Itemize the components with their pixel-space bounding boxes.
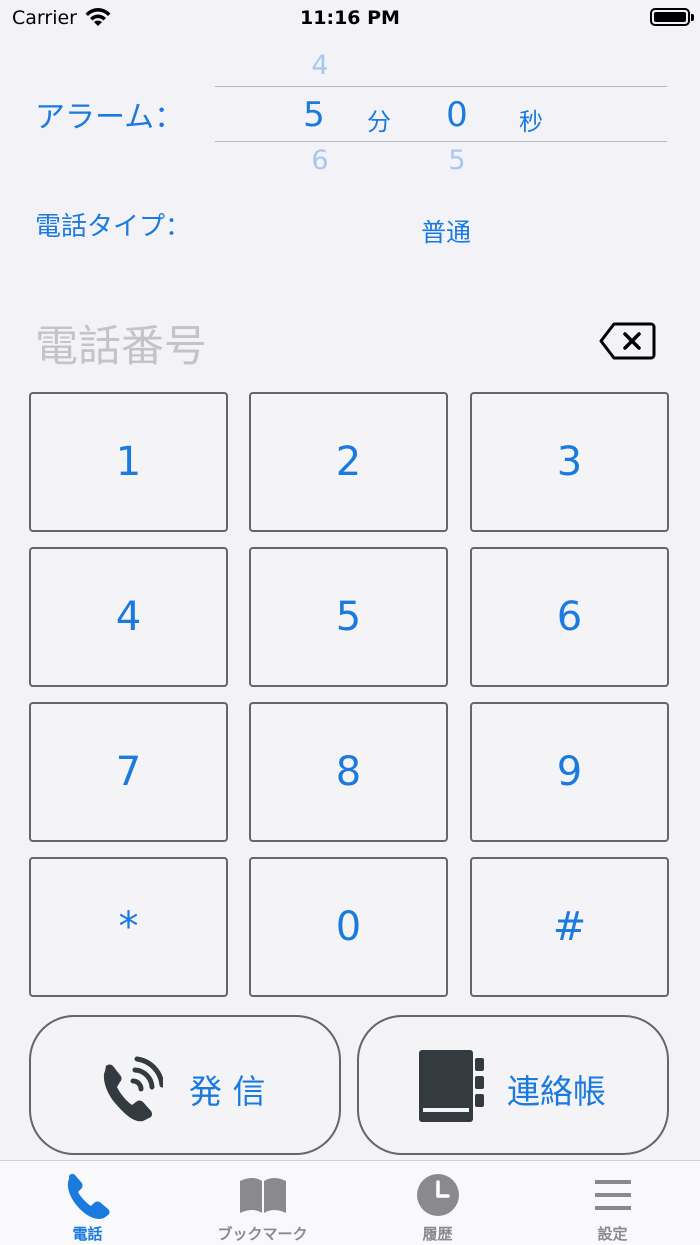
minutes-prev-value[interactable]: 4 [300, 50, 340, 81]
picker-divider-bottom [215, 141, 667, 142]
alarm-label: アラーム： [35, 100, 185, 135]
tab-settings-label: 設定 [597, 1225, 628, 1243]
tab-history[interactable]: 履歴 [350, 1161, 525, 1245]
tab-bookmarks-label: ブックマーク [217, 1225, 308, 1243]
menu-icon [594, 1180, 631, 1210]
key-4[interactable]: 4 [29, 547, 228, 687]
backspace-icon[interactable] [598, 321, 656, 361]
contacts-button[interactable]: 連絡帳 [357, 1015, 669, 1155]
minutes-selected-value[interactable]: 5 [294, 95, 334, 135]
key-1[interactable]: 1 [29, 392, 228, 532]
tab-bookmarks[interactable]: ブックマーク [175, 1161, 350, 1245]
phone-type-label: 電話タイプ： [35, 212, 192, 242]
phone-number-field[interactable]: 電話番号 [35, 312, 207, 374]
key-5[interactable]: 5 [249, 547, 448, 687]
tab-settings[interactable]: 設定 [525, 1161, 700, 1245]
contacts-book-icon [419, 1050, 484, 1122]
key-2[interactable]: 2 [249, 392, 448, 532]
alarm-time-picker[interactable]: 4 5 6 分 0 5 秒 [215, 40, 667, 180]
seconds-selected-value[interactable]: 0 [437, 95, 477, 135]
phone-icon [67, 1173, 109, 1219]
tab-history-label: 履歴 [422, 1225, 453, 1243]
key-hash[interactable]: # [470, 857, 669, 997]
battery-icon [650, 8, 694, 26]
phone-calling-icon [103, 1056, 163, 1122]
tab-bar: 電話 ブックマーク 履歴 設定 [0, 1160, 700, 1245]
seconds-unit-label: 秒 [519, 108, 543, 136]
call-button[interactable]: 発 信 [29, 1015, 341, 1155]
contacts-button-label: 連絡帳 [507, 1072, 606, 1111]
key-star[interactable]: * [29, 857, 228, 997]
key-9[interactable]: 9 [470, 702, 669, 842]
minutes-next-value[interactable]: 6 [300, 145, 340, 176]
seconds-next-value[interactable]: 5 [437, 145, 477, 176]
key-8[interactable]: 8 [249, 702, 448, 842]
key-6[interactable]: 6 [470, 547, 669, 687]
minutes-unit-label: 分 [367, 108, 391, 136]
clock-time: 11:16 PM [300, 7, 400, 29]
tab-phone[interactable]: 電話 [0, 1161, 175, 1245]
tab-phone-label: 電話 [72, 1225, 103, 1243]
key-0[interactable]: 0 [249, 857, 448, 997]
clock-icon [416, 1174, 459, 1216]
book-icon [239, 1178, 286, 1213]
picker-divider-top [215, 86, 667, 87]
status-bar: Carrier 11:16 PM [0, 0, 700, 36]
phone-type-selector[interactable]: 普通 [406, 213, 486, 249]
key-7[interactable]: 7 [29, 702, 228, 842]
key-3[interactable]: 3 [470, 392, 669, 532]
call-button-label: 発 信 [189, 1072, 266, 1111]
